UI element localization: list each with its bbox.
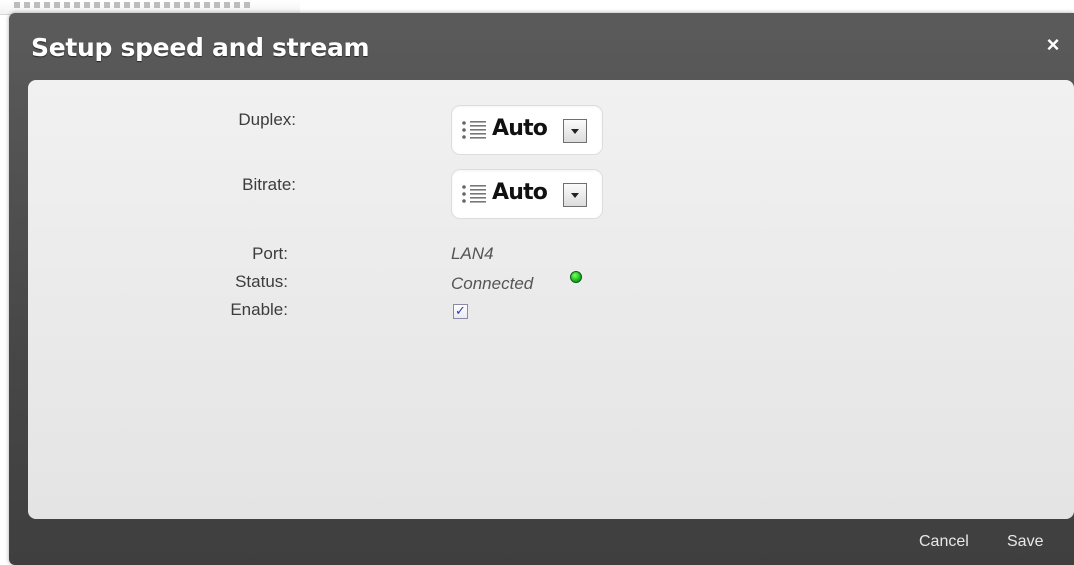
checkmark-icon: ✓ [455,303,466,318]
port-label: Port: [252,244,288,263]
bitrate-select[interactable]: Auto [451,169,603,219]
save-button[interactable]: Save [1007,533,1043,551]
list-icon [462,121,486,139]
enable-checkbox[interactable]: ✓ [453,303,468,319]
status-value: Connected [451,274,534,293]
duplex-selected-value: Auto [492,116,548,141]
status-indicator-icon [570,271,582,283]
port-value: LAN4 [451,244,494,263]
close-icon: × [1046,32,1060,57]
list-icon [462,185,486,203]
enable-label: Enable: [230,300,288,319]
close-button[interactable]: × [1042,33,1064,57]
chevron-down-icon[interactable] [563,119,587,143]
bitrate-selected-value: Auto [492,180,548,205]
setup-speed-dialog: Setup speed and stream × Duplex: Auto Bi… [9,13,1074,565]
settings-panel: Duplex: Auto Bitrate: Auto Port: LAN4 St… [28,80,1074,519]
duplex-select[interactable]: Auto [451,105,603,155]
bitrate-label: Bitrate: [242,175,296,194]
dialog-title: Setup speed and stream [31,33,370,62]
duplex-label: Duplex: [238,110,296,129]
status-label: Status: [235,272,288,291]
chevron-down-icon[interactable] [563,183,587,207]
background-fragment-stripe [14,2,254,8]
cancel-button[interactable]: Cancel [919,533,969,551]
